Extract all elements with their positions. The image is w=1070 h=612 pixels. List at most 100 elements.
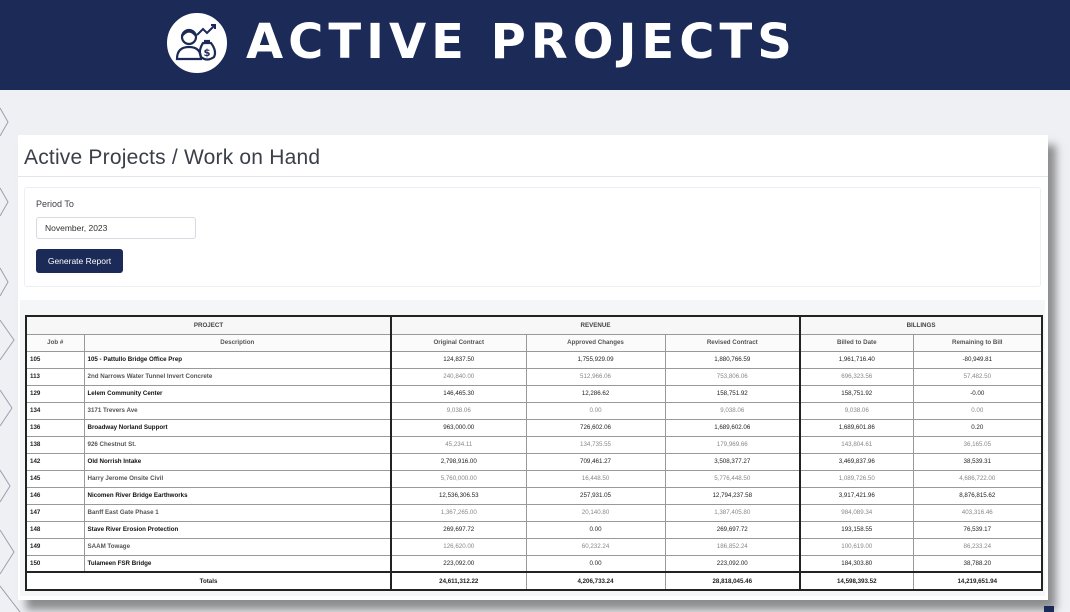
- revised-contract-cell: 158,751.92: [664, 384, 801, 403]
- job-cell: 129: [25, 384, 85, 403]
- revised-contract-cell: 223,092.00: [664, 554, 801, 573]
- col-header-description: Description: [83, 333, 392, 352]
- total-approved-changes: 4,206,733.24: [525, 571, 666, 591]
- job-cell: 105: [25, 350, 85, 369]
- total-billed-to-date: 14,598,393.52: [799, 571, 914, 591]
- remaining-to-bill-cell: 8,876,815.62: [912, 486, 1043, 505]
- revised-contract-cell: 1,880,766.59: [664, 350, 801, 369]
- billed-to-date-cell: 1,089,726.50: [799, 469, 914, 488]
- table-row[interactable]: 134 3171 Trevers Ave 9,038.06 0.00 9,038.06 9…: [25, 401, 1043, 420]
- revised-contract-cell: 12,794,237.58: [664, 486, 801, 505]
- original-contract-cell: 146,465.30: [390, 384, 527, 403]
- job-cell: 147: [25, 503, 85, 522]
- group-billings-header: BILLINGS: [799, 315, 1043, 335]
- projects-table: PROJECT REVENUE BILLINGS Job # Descripti…: [25, 315, 1044, 591]
- job-cell: 148: [25, 520, 85, 539]
- period-to-input[interactable]: November, 2023: [36, 217, 196, 239]
- billed-to-date-cell: 984,089.34: [799, 503, 914, 522]
- description-cell: Nicomen River Bridge Earthworks: [83, 486, 392, 505]
- billed-to-date-cell: 1,689,601.86: [799, 418, 914, 437]
- table-row[interactable]: 145 Harry Jerome Onsite Civil 5,760,000.00…: [25, 469, 1043, 488]
- generate-report-button[interactable]: Generate Report: [36, 249, 123, 273]
- billed-to-date-cell: 100,619.00: [799, 537, 914, 556]
- original-contract-cell: 45,234.11: [390, 435, 527, 454]
- table-row[interactable]: 129 Lelem Community Center 146,465.30 12,28…: [25, 384, 1043, 403]
- totals-row: Totals 24,611,312.22 4,206,733.24 28,818…: [25, 571, 1043, 591]
- table-row[interactable]: 148 Stave River Erosion Protection 269,697…: [25, 520, 1043, 539]
- job-cell: 146: [25, 486, 85, 505]
- description-cell: Stave River Erosion Protection: [83, 520, 392, 539]
- description-cell: Tulameen FSR Bridge: [83, 554, 392, 573]
- job-cell: 136: [25, 418, 85, 437]
- job-cell: 113: [25, 367, 85, 386]
- col-header-approved-changes: Approved Changes: [525, 333, 666, 352]
- remaining-to-bill-cell: 38,788.20: [912, 554, 1043, 573]
- col-header-remaining-to-bill: Remaining to Bill: [912, 333, 1043, 352]
- revised-contract-cell: 3,508,377.27: [664, 452, 801, 471]
- job-cell: 138: [25, 435, 85, 454]
- table-row[interactable]: 138 926 Chestnut St. 45,234.11 134,735.55 17…: [25, 435, 1043, 454]
- remaining-to-bill-cell: 76,539.17: [912, 520, 1043, 539]
- remaining-to-bill-cell: -80,949.81: [912, 350, 1043, 369]
- billed-to-date-cell: 696,323.56: [799, 367, 914, 386]
- table-row[interactable]: 105 105 - Pattullo Bridge Office Prep 124,…: [25, 350, 1043, 369]
- billed-to-date-cell: 3,469,837.96: [799, 452, 914, 471]
- description-cell: Lelem Community Center: [83, 384, 392, 403]
- table-row[interactable]: 150 Tulameen FSR Bridge 223,092.00 0.00 223,…: [25, 554, 1043, 573]
- revised-contract-cell: 186,852.24: [664, 537, 801, 556]
- table-row[interactable]: 147 Banff East Gate Phase 1 1,367,265.00 20…: [25, 503, 1043, 522]
- original-contract-cell: 126,620.00: [390, 537, 527, 556]
- original-contract-cell: 223,092.00: [390, 554, 527, 573]
- table-row[interactable]: 136 Broadway Norland Support 963,000.00 726…: [25, 418, 1043, 437]
- total-remaining-to-bill: 14,219,651.94: [912, 571, 1043, 591]
- description-cell: Old Norrish Intake: [83, 452, 392, 471]
- approved-changes-cell: 257,931.05: [525, 486, 666, 505]
- revised-contract-cell: 1,387,405.80: [664, 503, 801, 522]
- job-cell: 145: [25, 469, 85, 488]
- col-header-job: Job #: [25, 333, 85, 352]
- billed-to-date-cell: 3,917,421.96: [799, 486, 914, 505]
- remaining-to-bill-cell: 0.20: [912, 418, 1043, 437]
- header-banner: $ ACTIVE PROJECTS: [0, 0, 1070, 90]
- description-cell: 105 - Pattullo Bridge Office Prep: [83, 350, 392, 369]
- table-row[interactable]: 142 Old Norrish Intake 2,798,916.00 709,461…: [25, 452, 1043, 471]
- table-row[interactable]: 149 SAAM Towage 126,620.00 60,232.24 186,852…: [25, 537, 1043, 556]
- original-contract-cell: 9,038.06: [390, 401, 527, 420]
- description-cell: Broadway Norland Support: [83, 418, 392, 437]
- description-cell: SAAM Towage: [83, 537, 392, 556]
- approved-changes-cell: 20,140.80: [525, 503, 666, 522]
- remaining-to-bill-cell: 4,686,722.00: [912, 469, 1043, 488]
- approved-changes-cell: 12,286.62: [525, 384, 666, 403]
- approved-changes-cell: 16,448.50: [525, 469, 666, 488]
- original-contract-cell: 240,840.00: [390, 367, 527, 386]
- total-original-contract: 24,611,312.22: [390, 571, 527, 591]
- banner-title: ACTIVE PROJECTS: [246, 14, 797, 70]
- original-contract-cell: 269,697.72: [390, 520, 527, 539]
- revised-contract-cell: 9,038.06: [664, 401, 801, 420]
- remaining-to-bill-cell: 403,316.46: [912, 503, 1043, 522]
- job-cell: 142: [25, 452, 85, 471]
- page-title: Active Projects / Work on Hand: [24, 146, 321, 169]
- corner-mark: [1044, 606, 1054, 612]
- period-to-label: Period To: [36, 199, 74, 209]
- svg-text:$: $: [204, 48, 211, 59]
- group-header-row: PROJECT REVENUE BILLINGS: [25, 315, 1043, 335]
- column-header-row: Job # Description Original Contract Appr…: [25, 333, 1043, 352]
- description-cell: Banff East Gate Phase 1: [83, 503, 392, 522]
- revised-contract-cell: 5,776,448.50: [664, 469, 801, 488]
- remaining-to-bill-cell: 36,165.05: [912, 435, 1043, 454]
- table-row[interactable]: 113 2nd Narrows Water Tunnel Invert Concr…: [25, 367, 1043, 386]
- revised-contract-cell: 753,806.06: [664, 367, 801, 386]
- billed-to-date-cell: 184,303.80: [799, 554, 914, 573]
- approved-changes-cell: 726,602.06: [525, 418, 666, 437]
- original-contract-cell: 2,798,916.00: [390, 452, 527, 471]
- table-row[interactable]: 146 Nicomen River Bridge Earthworks 12,536…: [25, 486, 1043, 505]
- people-money-icon: $: [165, 11, 229, 75]
- original-contract-cell: 5,760,000.00: [390, 469, 527, 488]
- description-cell: Harry Jerome Onsite Civil: [83, 469, 392, 488]
- original-contract-cell: 1,367,265.00: [390, 503, 527, 522]
- approved-changes-cell: 512,966.06: [525, 367, 666, 386]
- original-contract-cell: 124,837.50: [390, 350, 527, 369]
- remaining-to-bill-cell: 38,539.31: [912, 452, 1043, 471]
- table-body: 105 105 - Pattullo Bridge Office Prep 124,…: [25, 350, 1043, 573]
